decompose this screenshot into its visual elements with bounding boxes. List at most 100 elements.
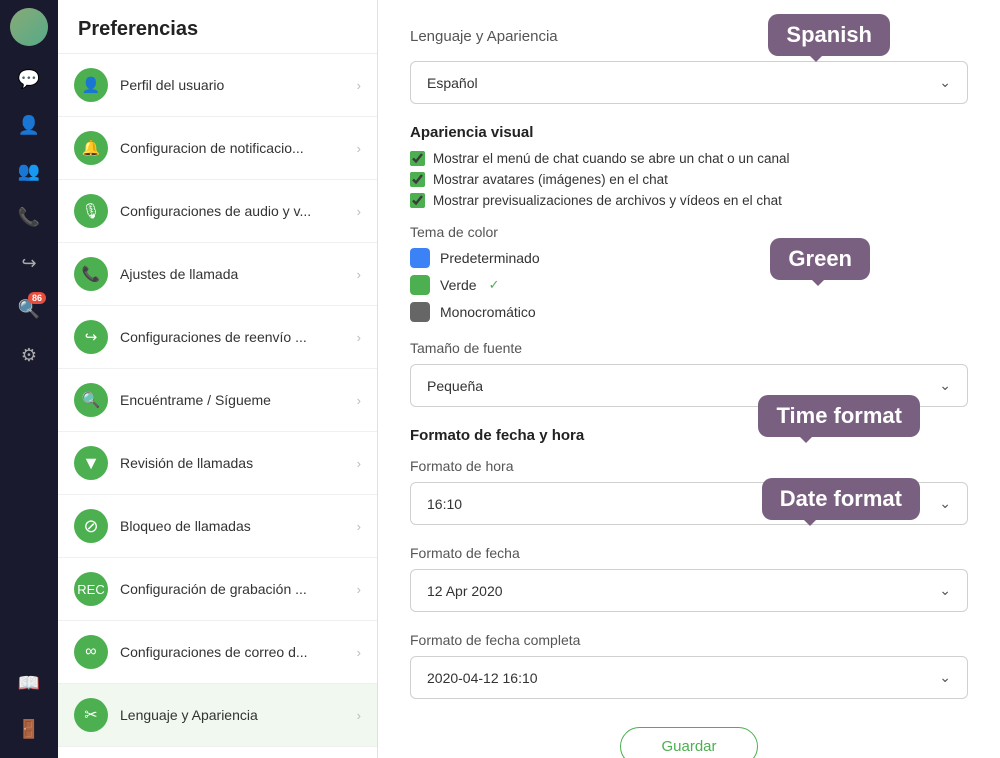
settings-icon: ⚙ — [21, 345, 37, 366]
full-date-format-value: 2020-04-12 16:10 — [427, 670, 538, 686]
notification-badge: 86 — [28, 292, 46, 304]
sidebar-label-findme: Encuéntrame / Sígueme — [120, 392, 345, 408]
sidebar-item-email[interactable]: ∞ Configuraciones de correo d... › — [58, 621, 377, 684]
avatar[interactable] — [10, 8, 48, 46]
logout-icon: 🚪 — [18, 719, 40, 740]
sidebar-label-audio: Configuraciones de audio y v... — [120, 203, 345, 219]
language-dropdown[interactable]: Español ⌄ — [410, 61, 968, 104]
contacts-icon: 👤 — [18, 115, 40, 136]
time-format-dropdown[interactable]: 16:10 ⌄ — [410, 482, 968, 525]
group-icon: 👥 — [18, 161, 40, 182]
main-content: Spanish Green Time format Date format Le… — [378, 0, 1000, 758]
phone-icon-btn[interactable]: 📞 — [8, 196, 50, 238]
chevron-down-icon: ⌄ — [939, 495, 951, 512]
sidebar-item-audio[interactable]: 🎙 Configuraciones de audio y v... › — [58, 180, 377, 243]
chevron-down-icon: ⌄ — [939, 377, 951, 394]
sidebar-label-calls: Ajustes de llamada — [120, 266, 345, 282]
date-format-dropdown[interactable]: 12 Apr 2020 ⌄ — [410, 569, 968, 612]
full-date-format-label: Formato de fecha completa — [410, 632, 968, 648]
chat-icon-btn[interactable]: 💬 — [8, 58, 50, 100]
book-icon: 📖 — [18, 673, 40, 694]
sidebar-label-email: Configuraciones de correo d... — [120, 644, 345, 660]
recording-icon: REC — [74, 572, 108, 606]
date-format-value: 12 Apr 2020 — [427, 583, 503, 599]
checkbox-item-1[interactable]: Mostrar avatares (imágenes) en el chat — [410, 172, 968, 187]
sidebar-label-callreview: Revisión de llamadas — [120, 455, 345, 471]
sidebar-title: Preferencias — [58, 0, 377, 54]
date-format-label: Formato de fecha — [410, 545, 968, 561]
sidebar-item-recording[interactable]: REC Configuración de grabación ... › — [58, 558, 377, 621]
chevron-right-icon: › — [357, 204, 361, 219]
green-swatch — [410, 275, 430, 295]
email-icon: ∞ — [74, 635, 108, 669]
date-time-heading: Formato de fecha y hora — [410, 427, 968, 444]
font-size-value: Pequeña — [427, 378, 483, 394]
chevron-right-icon: › — [357, 456, 361, 471]
full-date-format-dropdown[interactable]: 2020-04-12 16:10 ⌄ — [410, 656, 968, 699]
sidebar-item-callreview[interactable]: ▼ Revisión de llamadas › — [58, 432, 377, 495]
color-options: Predeterminado Verde ✓ Monocromático — [410, 248, 968, 322]
color-option-blue[interactable]: Predeterminado — [410, 248, 968, 268]
chevron-right-icon: › — [357, 645, 361, 660]
settings-icon-btn[interactable]: ⚙ — [8, 334, 50, 376]
checkbox-item-0[interactable]: Mostrar el menú de chat cuando se abre u… — [410, 151, 968, 166]
forwarding-icon: ↪ — [74, 320, 108, 354]
checkbox-input-2[interactable] — [410, 193, 425, 208]
visual-appearance-heading: Apariencia visual — [410, 124, 968, 141]
color-option-green[interactable]: Verde ✓ — [410, 275, 968, 295]
sidebar-item-language[interactable]: ✂ Lenguaje y Apariencia › — [58, 684, 377, 747]
callblock-icon: ⊘ — [74, 509, 108, 543]
color-option-gray[interactable]: Monocromático — [410, 302, 968, 322]
profile-icon: 👤 — [74, 68, 108, 102]
time-format-label: Formato de hora — [410, 458, 968, 474]
save-button-row: Guardar — [410, 727, 968, 758]
checkbox-input-0[interactable] — [410, 151, 425, 166]
font-size-label: Tamaño de fuente — [410, 340, 968, 356]
checkbox-label-0: Mostrar el menú de chat cuando se abre u… — [433, 151, 789, 166]
calls-icon: 📞 — [74, 257, 108, 291]
chevron-right-icon: › — [357, 78, 361, 93]
language-icon: ✂ — [74, 698, 108, 732]
color-label-blue: Predeterminado — [440, 250, 540, 266]
callreview-icon: ▼ — [74, 446, 108, 480]
chevron-down-icon: ⌄ — [939, 582, 951, 599]
search-icon-btn[interactable]: 🔍 86 — [8, 288, 50, 330]
checkbox-input-1[interactable] — [410, 172, 425, 187]
sidebar-item-callblock[interactable]: ⊘ Bloqueo de llamadas › — [58, 495, 377, 558]
book-icon-btn[interactable]: 📖 — [8, 662, 50, 704]
chevron-right-icon: › — [357, 708, 361, 723]
sidebar-label-language: Lenguaje y Apariencia — [120, 707, 345, 723]
sidebar-item-calls[interactable]: 📞 Ajustes de llamada › — [58, 243, 377, 306]
color-label-gray: Monocromático — [440, 304, 536, 320]
logout-icon-btn[interactable]: 🚪 — [8, 708, 50, 750]
callback-icon: ↪ — [21, 253, 36, 274]
sidebar-item-findme[interactable]: 🔍 Encuéntrame / Sígueme › — [58, 369, 377, 432]
sidebar-item-integrations[interactable]: ↗ Integraciones › — [58, 747, 377, 758]
chevron-right-icon: › — [357, 330, 361, 345]
icon-bar: 💬 👤 👥 📞 ↪ 🔍 86 ⚙ 📖 🚪 — [0, 0, 58, 758]
audio-icon: 🎙 — [74, 194, 108, 228]
contacts-icon-btn[interactable]: 👤 — [8, 104, 50, 146]
sidebar-item-forwarding[interactable]: ↪ Configuraciones de reenvío ... › — [58, 306, 377, 369]
save-button[interactable]: Guardar — [620, 727, 757, 758]
sidebar-item-profile[interactable]: 👤 Perfil del usuario › — [58, 54, 377, 117]
color-theme-label: Tema de color — [410, 224, 968, 240]
checkbox-label-1: Mostrar avatares (imágenes) en el chat — [433, 172, 668, 187]
findme-icon: 🔍 — [74, 383, 108, 417]
language-dropdown-value: Español — [427, 75, 478, 91]
sidebar-item-notifications[interactable]: 🔔 Configuracion de notificacio... › — [58, 117, 377, 180]
color-label-green: Verde — [440, 277, 477, 293]
checkbox-group: Mostrar el menú de chat cuando se abre u… — [410, 151, 968, 208]
sidebar-label-callblock: Bloqueo de llamadas — [120, 518, 345, 534]
chevron-right-icon: › — [357, 141, 361, 156]
sidebar-label-forwarding: Configuraciones de reenvío ... — [120, 329, 345, 345]
checkbox-item-2[interactable]: Mostrar previsualizaciones de archivos y… — [410, 193, 968, 208]
chevron-right-icon: › — [357, 393, 361, 408]
group-icon-btn[interactable]: 👥 — [8, 150, 50, 192]
font-size-dropdown[interactable]: Pequeña ⌄ — [410, 364, 968, 407]
callback-icon-btn[interactable]: ↪ — [8, 242, 50, 284]
sidebar-label-recording: Configuración de grabación ... — [120, 581, 345, 597]
selected-checkmark: ✓ — [489, 277, 500, 293]
time-format-value: 16:10 — [427, 496, 462, 512]
chevron-right-icon: › — [357, 582, 361, 597]
